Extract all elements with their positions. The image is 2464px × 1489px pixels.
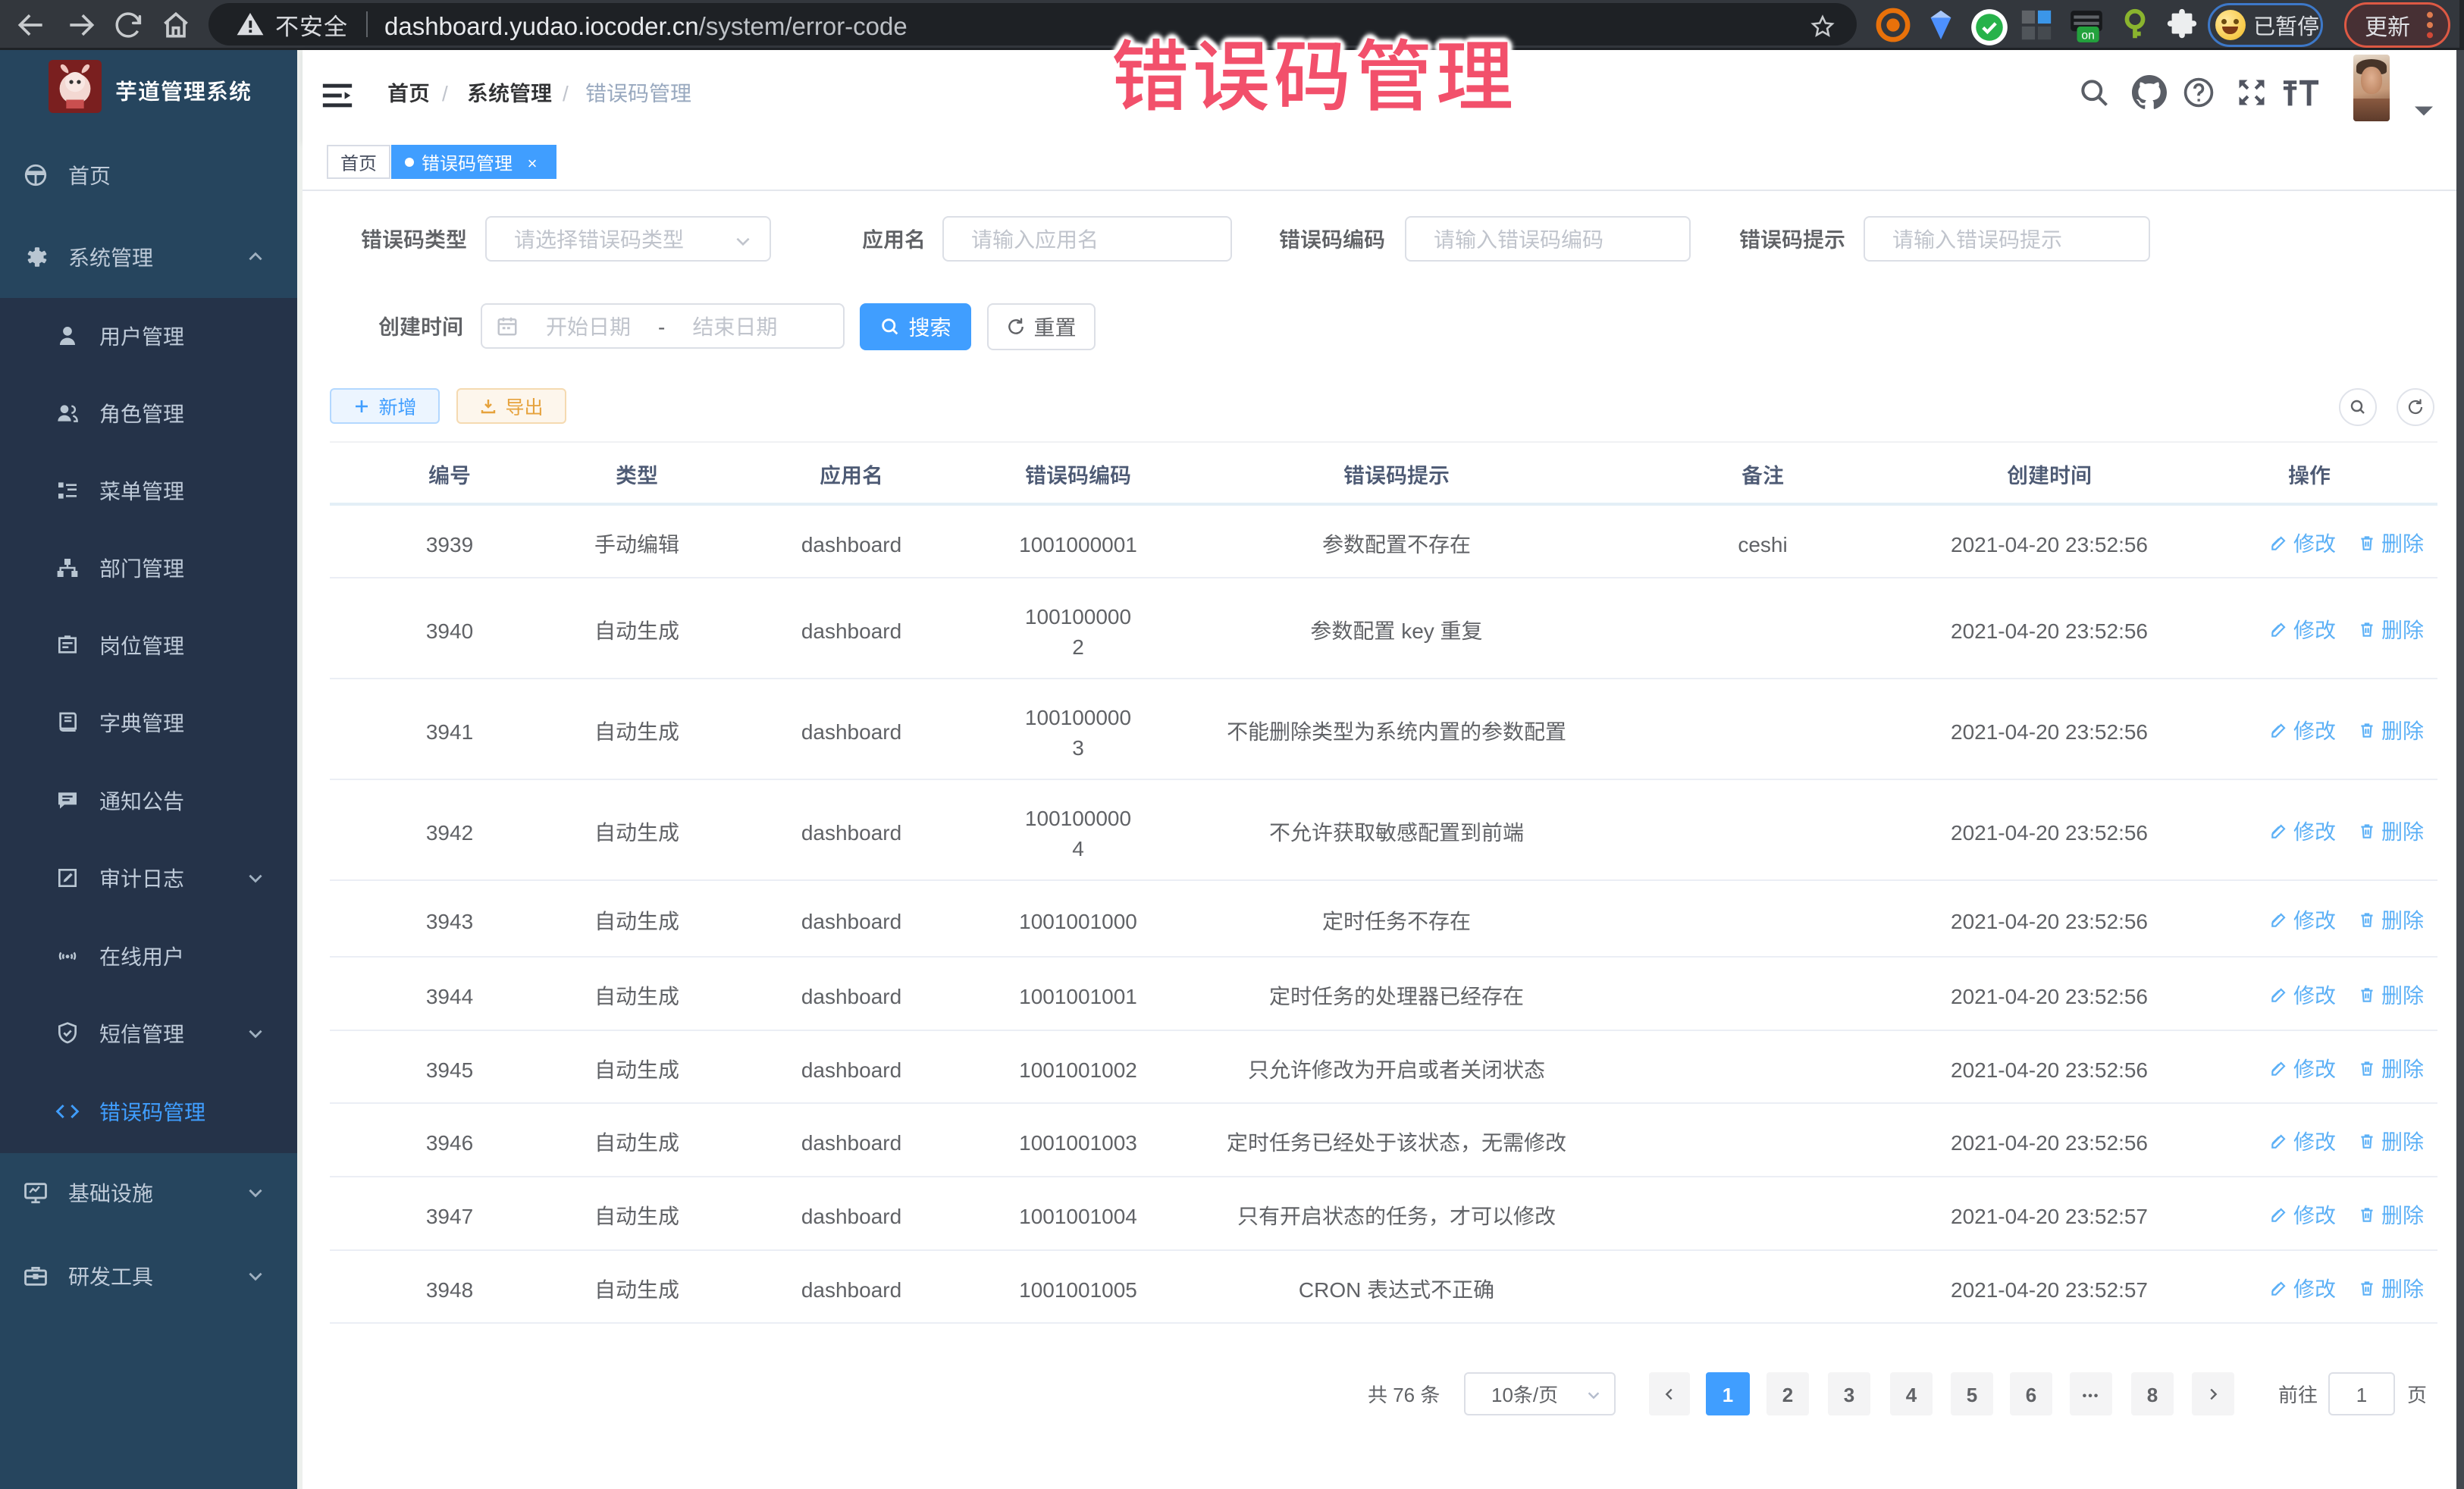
svg-text:on: on	[2081, 30, 2094, 42]
